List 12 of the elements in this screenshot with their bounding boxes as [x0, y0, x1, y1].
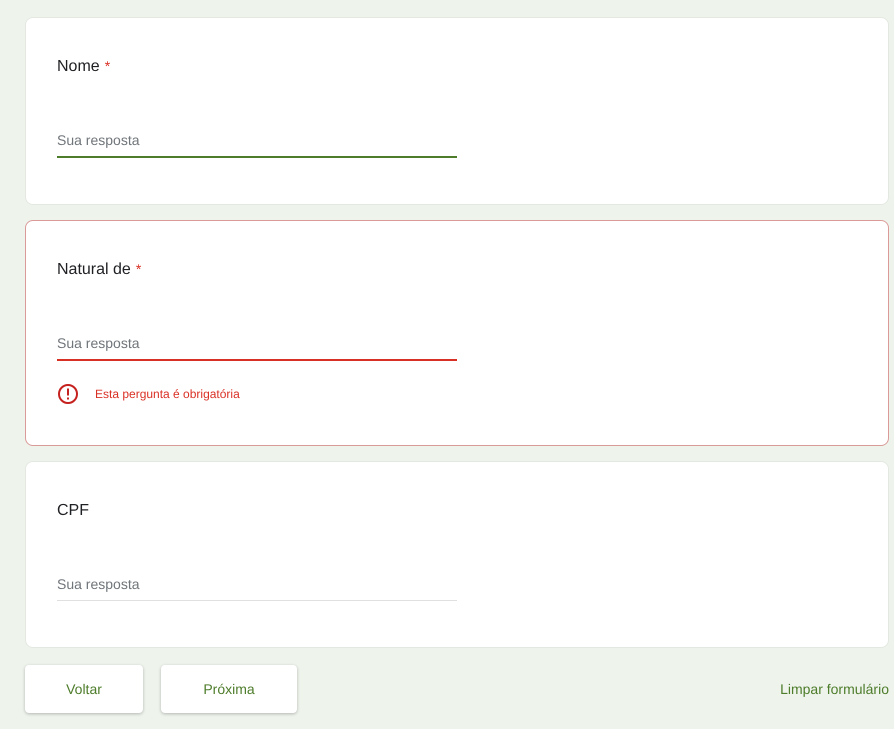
nav-button[interactable]: Voltar	[25, 665, 143, 713]
required-asterisk: *	[104, 58, 110, 74]
answer-field[interactable]: Sua resposta	[57, 329, 457, 361]
question-label: CPF	[57, 502, 89, 520]
error-message: Esta pergunta é obrigatória	[95, 387, 240, 401]
error-icon	[57, 383, 79, 405]
question-label: Nome	[57, 58, 100, 76]
nav-button[interactable]: Próxima	[161, 665, 297, 713]
required-asterisk: *	[136, 261, 142, 277]
question-label: Natural de	[57, 261, 131, 279]
clear-form-link[interactable]: Limpar formulário	[780, 681, 889, 697]
answer-field[interactable]: Sua resposta	[57, 126, 457, 158]
